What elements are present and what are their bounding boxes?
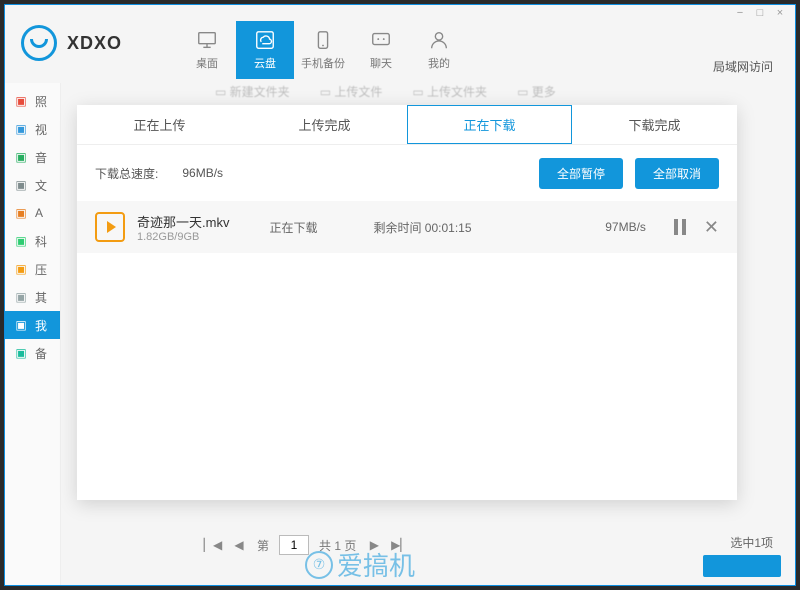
- tab-0[interactable]: 正在上传: [77, 105, 242, 144]
- video-file-icon: [95, 212, 125, 242]
- sidebar-icon: ▣: [13, 177, 29, 193]
- pause-all-button[interactable]: 全部暂停: [539, 158, 623, 189]
- sidebar-item-6[interactable]: ▣压: [5, 255, 60, 283]
- sidebar-icon: ▣: [13, 317, 29, 333]
- nav-phone-backup[interactable]: 手机备份: [294, 21, 352, 79]
- file-size: 1.82GB/9GB: [137, 231, 229, 243]
- file-meta: 奇迹那一天.mkv 1.82GB/9GB: [137, 212, 229, 243]
- logo-area: XDXO: [21, 25, 122, 61]
- chat-icon: [370, 29, 392, 51]
- sidebar-item-7[interactable]: ▣其: [5, 283, 60, 311]
- cancel-button[interactable]: ✕: [704, 217, 719, 238]
- nav-cloud[interactable]: 云盘: [236, 21, 294, 79]
- speed-label: 下载总速度:: [95, 165, 158, 182]
- maximize-button[interactable]: □: [755, 8, 765, 18]
- sidebar-item-3[interactable]: ▣文: [5, 171, 60, 199]
- sidebar-icon: ▣: [13, 149, 29, 165]
- header: XDXO 桌面 云盘 手机备份 聊天 我的 局域网访: [5, 21, 795, 83]
- phone-icon: [312, 29, 334, 51]
- pager-label: 第: [257, 537, 269, 554]
- sidebar-icon: ▣: [13, 233, 29, 249]
- speed-value: 96MB/s: [182, 166, 223, 180]
- app-window: − □ × XDXO 桌面 云盘 手机备份 聊天: [4, 4, 796, 586]
- desktop-icon: [196, 29, 218, 51]
- top-nav: 桌面 云盘 手机备份 聊天 我的: [178, 21, 468, 79]
- tab-2[interactable]: 正在下载: [407, 105, 572, 144]
- close-button[interactable]: ×: [775, 8, 785, 18]
- pause-button[interactable]: [674, 219, 686, 235]
- download-row[interactable]: 奇迹那一天.mkv 1.82GB/9GB 正在下载 剩余时间 00:01:15 …: [77, 201, 737, 253]
- file-remaining: 剩余时间 00:01:15: [373, 219, 471, 236]
- sidebar-item-1[interactable]: ▣视: [5, 115, 60, 143]
- sidebar-item-0[interactable]: ▣照: [5, 87, 60, 115]
- sidebar-icon: ▣: [13, 261, 29, 277]
- sidebar-item-9[interactable]: ▣备: [5, 339, 60, 367]
- sidebar: ▣照▣视▣音▣文▣A▣科▣压▣其▣我▣备: [5, 83, 61, 586]
- watermark: ⑦ 爱搞机: [305, 546, 415, 583]
- pager-prev[interactable]: ◀: [231, 537, 247, 553]
- watermark-icon: ⑦: [305, 551, 333, 579]
- sidebar-icon: ▣: [13, 93, 29, 109]
- footer-button[interactable]: [703, 555, 781, 577]
- file-speed: 97MB/s: [605, 220, 646, 234]
- user-icon: [428, 29, 450, 51]
- tab-1[interactable]: 上传完成: [242, 105, 407, 144]
- minimize-button[interactable]: −: [735, 8, 745, 18]
- tab-3[interactable]: 下载完成: [572, 105, 737, 144]
- cloud-icon: [254, 29, 276, 51]
- sidebar-item-8[interactable]: ▣我: [5, 311, 60, 339]
- nav-mine[interactable]: 我的: [410, 21, 468, 79]
- sidebar-item-2[interactable]: ▣音: [5, 143, 60, 171]
- transfer-modal: 正在上传上传完成正在下载下载完成 下载总速度: 96MB/s 全部暂停 全部取消…: [77, 105, 737, 500]
- sidebar-item-5[interactable]: ▣科: [5, 227, 60, 255]
- sidebar-icon: ▣: [13, 121, 29, 137]
- sidebar-icon: ▣: [13, 289, 29, 305]
- logo-icon: [21, 25, 57, 61]
- nav-desktop[interactable]: 桌面: [178, 21, 236, 79]
- lan-access-link[interactable]: 局域网访问: [713, 58, 773, 83]
- sidebar-icon: ▣: [13, 345, 29, 361]
- sidebar-icon: ▣: [13, 205, 29, 221]
- nav-chat[interactable]: 聊天: [352, 21, 410, 79]
- speed-row: 下载总速度: 96MB/s 全部暂停 全部取消: [77, 145, 737, 201]
- selection-count: 选中1项: [730, 534, 773, 551]
- sidebar-item-4[interactable]: ▣A: [5, 199, 60, 227]
- titlebar: − □ ×: [5, 5, 795, 21]
- transfer-tabs: 正在上传上传完成正在下载下载完成: [77, 105, 737, 145]
- pager-first[interactable]: ▏◀: [205, 537, 221, 553]
- brand-name: XDXO: [67, 33, 122, 54]
- file-status: 正在下载: [269, 219, 317, 236]
- cancel-all-button[interactable]: 全部取消: [635, 158, 719, 189]
- toolbar-ghost: ▭ 新建文件夹▭ 上传文件▭ 上传文件夹▭ 更多: [215, 83, 556, 100]
- file-name: 奇迹那一天.mkv: [137, 212, 229, 231]
